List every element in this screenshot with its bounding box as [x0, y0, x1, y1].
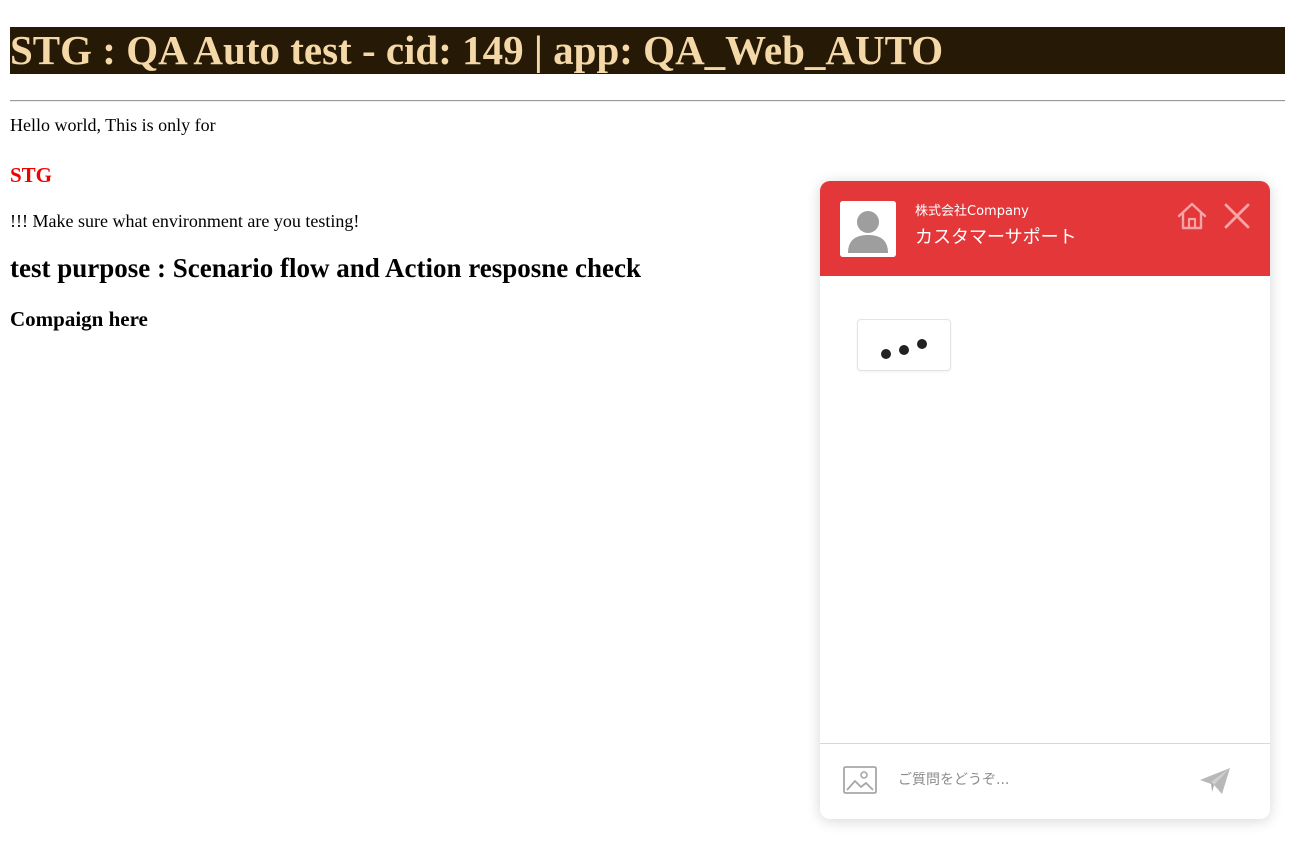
send-icon[interactable]	[1198, 766, 1232, 796]
chat-header: 株式会社Company カスタマーサポート	[820, 181, 1270, 276]
close-icon[interactable]	[1220, 199, 1254, 233]
user-avatar-icon	[840, 201, 896, 257]
home-icon[interactable]	[1175, 199, 1209, 233]
chat-footer-divider	[820, 743, 1270, 744]
chat-title: カスタマーサポート	[915, 227, 1077, 248]
horizontal-rule	[10, 100, 1285, 102]
chat-widget: 株式会社Company カスタマーサポート	[820, 181, 1270, 819]
hello-text: Hello world, This is only for	[10, 115, 216, 135]
typing-dot	[917, 339, 927, 349]
typing-dot	[899, 345, 909, 355]
typing-dot	[881, 349, 891, 359]
page-banner: STG : QA Auto test - cid: 149 | app: QA_…	[10, 27, 1285, 74]
image-upload-icon[interactable]	[842, 765, 878, 795]
chat-company-name: 株式会社Company	[915, 204, 1029, 219]
message-input[interactable]	[896, 767, 1178, 793]
typing-indicator	[857, 319, 951, 371]
